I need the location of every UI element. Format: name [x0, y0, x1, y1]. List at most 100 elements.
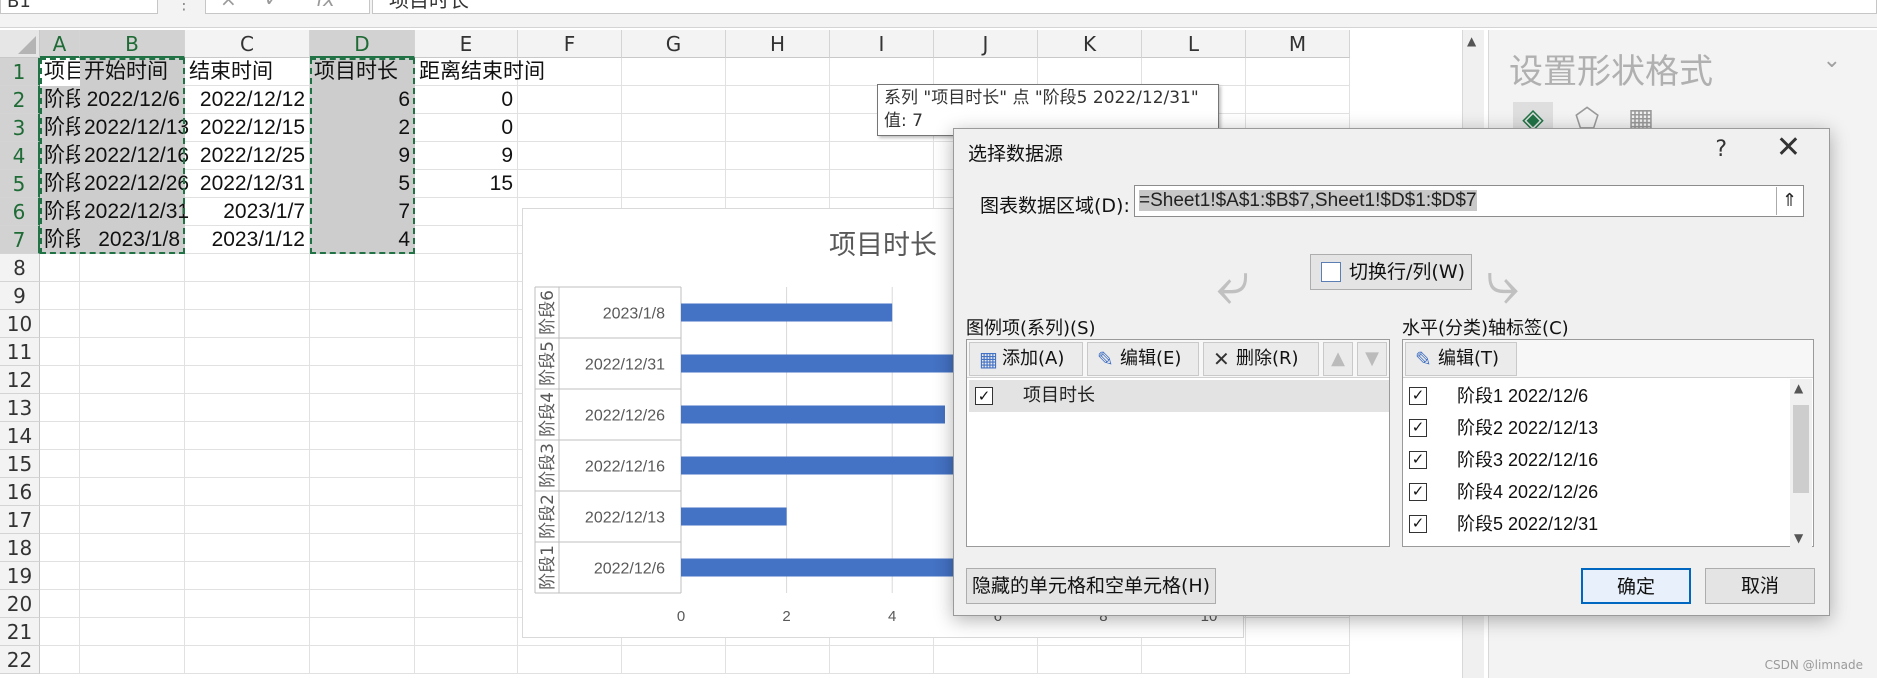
row-header-20[interactable]: 20 [0, 590, 40, 618]
cell[interactable] [415, 478, 518, 506]
scroll-up-icon[interactable]: ▲ [1794, 381, 1803, 395]
row-header-2[interactable]: 2 [0, 86, 40, 114]
add-series-button[interactable]: ▦ 添加(A) [969, 342, 1083, 376]
cell[interactable] [415, 534, 518, 562]
cell[interactable] [185, 366, 310, 394]
cell[interactable] [40, 394, 80, 422]
data-cell[interactable]: 2022/12/13 [80, 114, 189, 142]
data-cell[interactable]: 2022/12/6 [80, 86, 185, 114]
cell[interactable] [310, 366, 415, 394]
cell[interactable] [80, 534, 185, 562]
row-header-7[interactable]: 7 [0, 226, 40, 254]
data-cell[interactable]: 阶段5 [40, 198, 98, 226]
axis-label-checkbox[interactable]: ✓ [1409, 387, 1427, 405]
cancel-button[interactable]: 取消 [1705, 568, 1815, 604]
cell[interactable] [415, 646, 518, 674]
cell[interactable] [80, 422, 185, 450]
cell[interactable] [622, 170, 726, 198]
cell[interactable] [415, 618, 518, 646]
row-header-22[interactable]: 22 [0, 646, 40, 674]
insert-function-icon[interactable]: fx [316, 0, 335, 11]
data-cell[interactable]: 2023/1/12 [185, 226, 310, 254]
data-cell[interactable]: 9 [310, 142, 415, 170]
cell[interactable] [80, 590, 185, 618]
cell[interactable] [310, 450, 415, 478]
data-cell[interactable]: 2022/12/26 [80, 170, 189, 198]
cell[interactable] [415, 450, 518, 478]
cell[interactable] [934, 58, 1038, 86]
data-cell[interactable]: 7 [310, 198, 415, 226]
column-header-l[interactable]: L [1142, 30, 1246, 58]
data-cell[interactable]: 阶段2 [40, 114, 98, 142]
column-header-d[interactable]: D [310, 30, 415, 58]
cell[interactable] [40, 478, 80, 506]
cell[interactable] [830, 170, 934, 198]
cell[interactable] [80, 254, 185, 282]
cell[interactable] [185, 506, 310, 534]
switch-row-column-button[interactable]: 切换行/列(W) [1310, 254, 1472, 290]
cancel-icon[interactable]: × [220, 0, 237, 11]
cell[interactable] [726, 114, 830, 142]
cell[interactable] [415, 338, 518, 366]
column-header-i[interactable]: I [830, 30, 934, 58]
cell[interactable] [80, 366, 185, 394]
cell[interactable] [415, 506, 518, 534]
cell[interactable] [80, 310, 185, 338]
row-header-8[interactable]: 8 [0, 254, 40, 282]
formula-input[interactable]: 项目时长 [372, 0, 1877, 14]
cell[interactable] [518, 114, 622, 142]
cell[interactable] [185, 422, 310, 450]
scroll-thumb[interactable] [1793, 405, 1809, 493]
axis-label-item[interactable]: ✓ 阶段2 2022/12/13 [1403, 412, 1793, 444]
cell[interactable] [726, 142, 830, 170]
data-cell[interactable]: 2023/1/7 [185, 198, 310, 226]
data-cell[interactable]: 4 [310, 226, 415, 254]
row-header-11[interactable]: 11 [0, 338, 40, 366]
cell[interactable] [310, 282, 415, 310]
cell[interactable] [40, 562, 80, 590]
name-box[interactable]: B1 [0, 0, 158, 14]
data-cell[interactable]: 2022/12/12 [185, 86, 310, 114]
cell[interactable] [80, 450, 185, 478]
series-checkbox[interactable]: ✓ [975, 387, 993, 405]
cell[interactable] [1142, 646, 1246, 674]
cell[interactable] [310, 254, 415, 282]
move-up-button[interactable]: ▲ [1323, 342, 1353, 376]
column-header-e[interactable]: E [415, 30, 518, 58]
scroll-down-icon[interactable]: ▼ [1794, 531, 1803, 545]
cell[interactable] [310, 646, 415, 674]
cell[interactable] [40, 366, 80, 394]
cell[interactable] [830, 142, 934, 170]
cell[interactable] [415, 254, 518, 282]
data-cell[interactable]: 6 [310, 86, 415, 114]
cell[interactable] [415, 394, 518, 422]
cell[interactable] [310, 422, 415, 450]
row-header-12[interactable]: 12 [0, 366, 40, 394]
cell[interactable] [310, 534, 415, 562]
cell[interactable] [80, 394, 185, 422]
row-header-13[interactable]: 13 [0, 394, 40, 422]
row-header-17[interactable]: 17 [0, 506, 40, 534]
data-cell[interactable]: 阶段3 [40, 142, 98, 170]
column-header-f[interactable]: F [518, 30, 622, 58]
row-header-15[interactable]: 15 [0, 450, 40, 478]
header-cell[interactable]: 项目时长 [310, 58, 415, 86]
header-cell[interactable]: 距离结束时间 [415, 58, 545, 86]
cell[interactable] [185, 562, 310, 590]
data-cell[interactable]: 2022/12/31 [185, 170, 310, 198]
data-cell[interactable]: 阶段1 [40, 86, 98, 114]
axis-label-item[interactable]: ✓ 阶段5 2022/12/31 [1403, 508, 1793, 540]
axis-label-item[interactable]: ✓ 阶段4 2022/12/26 [1403, 476, 1793, 508]
data-cell[interactable]: 15 [415, 170, 518, 198]
cell[interactable] [310, 338, 415, 366]
column-header-b[interactable]: B [80, 30, 185, 58]
row-header-3[interactable]: 3 [0, 114, 40, 142]
collapse-dialog-icon[interactable]: ⇑ [1776, 187, 1802, 215]
column-header-j[interactable]: J [934, 30, 1038, 58]
edit-axis-labels-button[interactable]: ✎ 编辑(T) [1405, 342, 1517, 376]
cell[interactable] [934, 646, 1038, 674]
cell[interactable] [415, 282, 518, 310]
chart-range-input[interactable]: =Sheet1!$A$1:$B$7,Sheet1!$D$1:$D$7 ⇑ [1134, 185, 1804, 217]
cell[interactable] [830, 646, 934, 674]
cell[interactable] [40, 450, 80, 478]
